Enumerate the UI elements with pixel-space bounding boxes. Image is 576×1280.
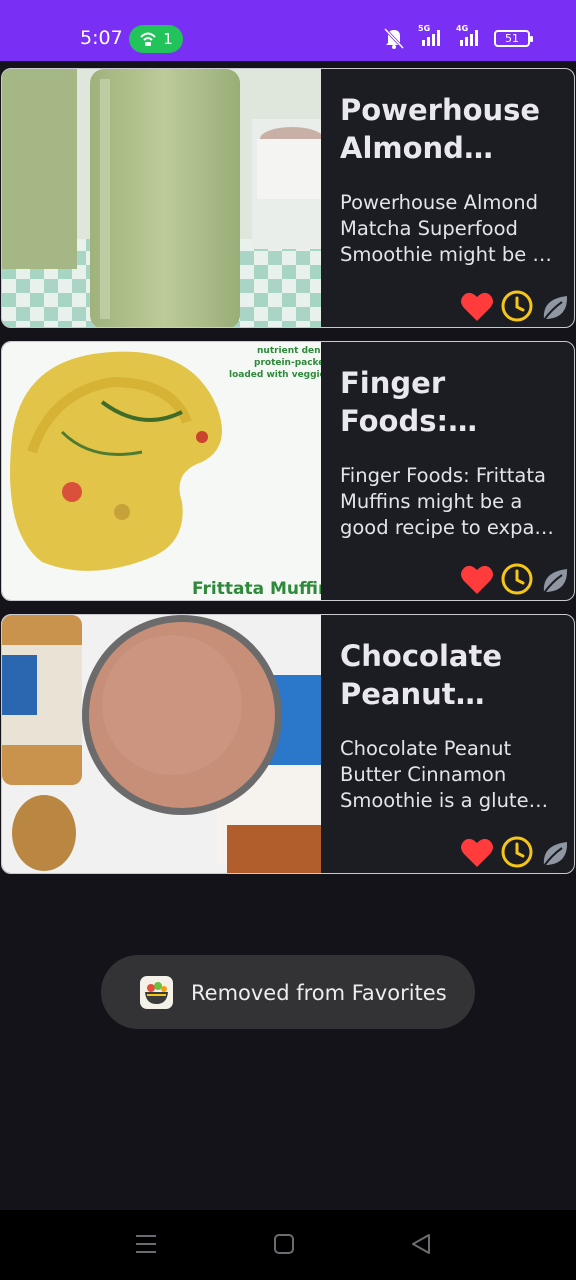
status-time: 5:07 xyxy=(80,27,123,49)
recipe-description: Chocolate Peanut Butter Cinnamon Smoothi… xyxy=(340,737,541,812)
recipe-card[interactable]: Frittata Muffin nutrient dense protein-p… xyxy=(1,341,575,601)
leaf-icon xyxy=(543,296,568,321)
svg-text:nutrient dense: nutrient dense xyxy=(257,346,321,356)
image-caption: Frittata Muffin xyxy=(192,579,321,599)
clock-icon xyxy=(501,836,533,868)
battery-indicator: 51 xyxy=(494,29,533,47)
recipe-description: Finger Foods: Frittata Muffins might be … xyxy=(340,464,560,539)
app-icon xyxy=(140,976,173,1009)
mute-bell-icon xyxy=(383,27,405,49)
recipe-badges xyxy=(460,289,570,323)
signal-bars-icon xyxy=(460,30,478,46)
heart-icon[interactable] xyxy=(460,291,494,323)
recipe-card[interactable]: Powerhouse Almond Matcha Superfood Smoot… xyxy=(1,68,575,328)
toast-message: Removed from Favorites xyxy=(191,981,447,1005)
leaf-icon xyxy=(543,842,568,867)
status-icons: 5G 4G 51 xyxy=(382,24,533,49)
leaf-icon xyxy=(543,569,568,594)
menu-icon[interactable] xyxy=(135,1232,157,1256)
signal-4g: 4G xyxy=(456,24,482,48)
recipe-description: Powerhouse Almond Matcha Superfood Smoot… xyxy=(340,191,545,266)
back-icon[interactable] xyxy=(410,1232,432,1256)
svg-text:loaded with veggies: loaded with veggies xyxy=(229,370,321,380)
recipe-image xyxy=(2,615,321,873)
system-nav-bar xyxy=(0,1210,576,1280)
signal-5g: 5G xyxy=(418,24,444,48)
recipe-title: Finger Foods: Frittata Muffins xyxy=(340,366,449,438)
hotspot-count: 1 xyxy=(163,30,173,48)
hotspot-icon xyxy=(140,32,156,46)
battery-level: 51 xyxy=(505,31,519,45)
chocolate-smoothie-image xyxy=(2,615,321,873)
toast-notification: Removed from Favorites xyxy=(101,955,475,1029)
clock-icon xyxy=(501,290,533,322)
recipe-image xyxy=(2,69,321,327)
heart-icon[interactable] xyxy=(460,564,494,596)
clock-icon xyxy=(501,563,533,595)
recipe-image: Frittata Muffin nutrient dense protein-p… xyxy=(2,342,321,600)
recipe-badges xyxy=(460,562,570,596)
matcha-smoothie-image xyxy=(2,69,321,327)
hotspot-indicator: 1 xyxy=(129,25,183,53)
frittata-muffin-image: Frittata Muffin nutrient dense protein-p… xyxy=(2,342,321,600)
heart-icon[interactable] xyxy=(460,837,494,869)
signal-bars-icon xyxy=(422,30,440,46)
recipe-title: Powerhouse Almond Matcha Superfood Smoot… xyxy=(340,93,541,165)
recipe-badges xyxy=(460,835,570,869)
recipe-card[interactable]: Chocolate Peanut Butter Cinnamon Smoothi… xyxy=(1,614,575,874)
status-bar: 5:07 1 5G 4G 51 xyxy=(0,0,576,61)
home-icon[interactable] xyxy=(273,1232,295,1256)
svg-text:protein-packed: protein-packed xyxy=(254,358,321,368)
recipe-title: Chocolate Peanut Butter Cinnamon Smoothi… xyxy=(340,639,503,711)
